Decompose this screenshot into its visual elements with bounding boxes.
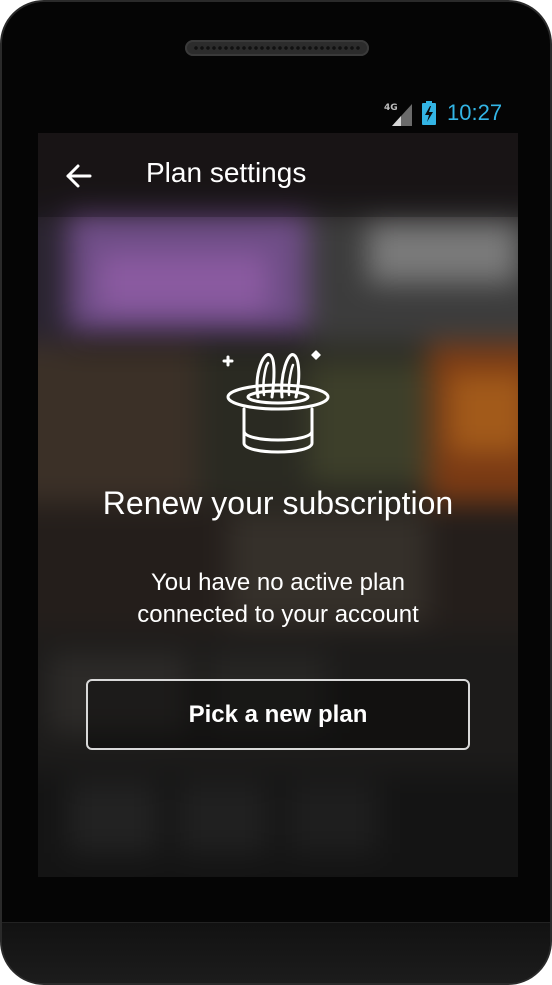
device-bottom-bezel <box>2 922 550 983</box>
no-plan-message: You have no active plan connected to you… <box>78 567 478 631</box>
message-line-2: connected to your account <box>137 601 419 628</box>
status-bar: 4G 10:27 <box>38 98 518 132</box>
page-title: Plan settings <box>146 157 307 188</box>
battery-charging-icon <box>422 101 436 125</box>
message-line-1: You have no active plan <box>151 569 405 596</box>
signal-icon <box>392 104 412 126</box>
pick-new-plan-button[interactable]: Pick a new plan <box>86 679 470 750</box>
arrow-left-icon[interactable] <box>64 161 94 191</box>
app-bar: Plan settings <box>38 133 518 217</box>
device-frame: 4G 10:27 Plan settings Renew your subscr… <box>0 0 552 985</box>
headline: Renew your subscription <box>102 485 454 521</box>
speaker-grille <box>185 40 369 56</box>
app-screen: Plan settings Renew your subscription Yo… <box>38 133 518 877</box>
magic-hat-icon <box>222 350 330 454</box>
status-clock: 10:27 <box>447 100 503 125</box>
